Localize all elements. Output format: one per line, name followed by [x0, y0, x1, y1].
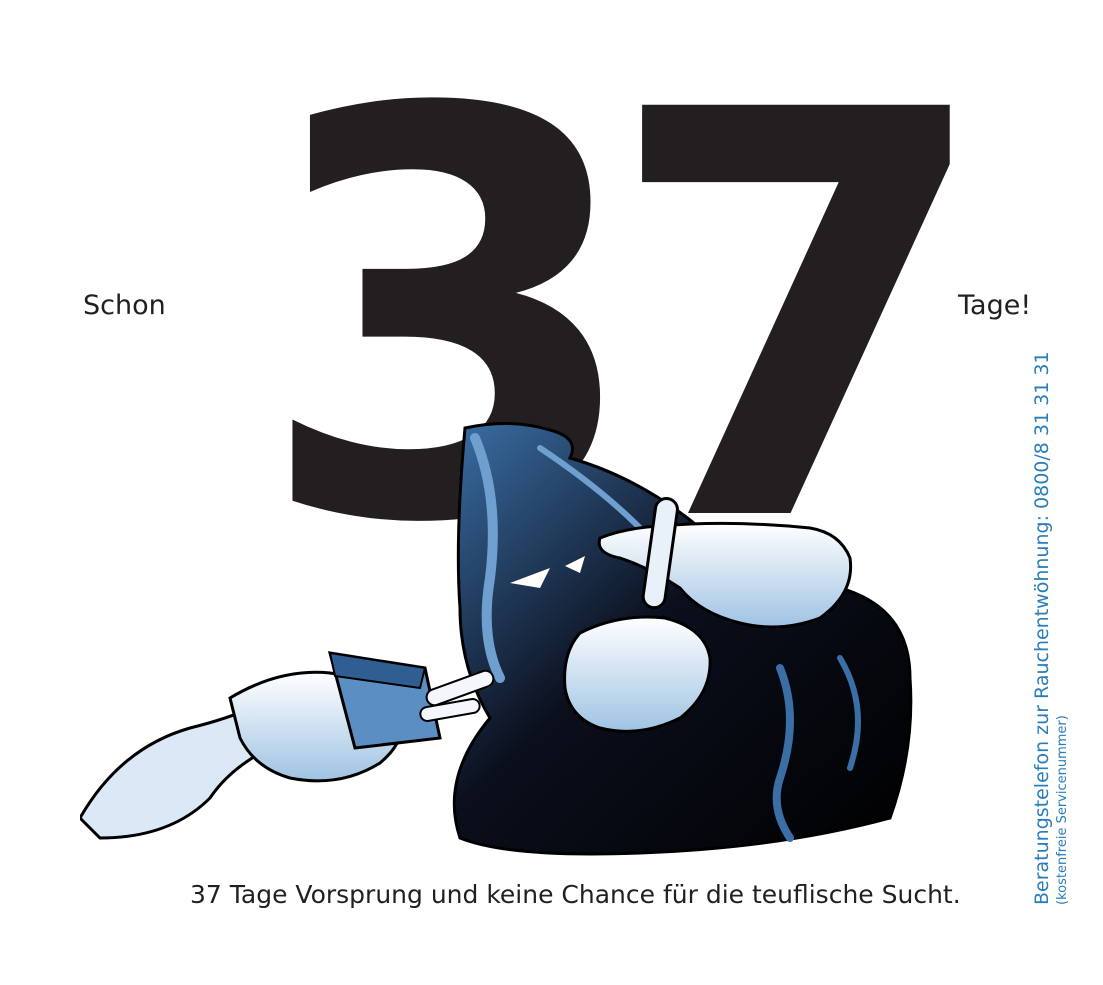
- hotline-label: Beratungstelefon zur Rauchentwöhnung: 08…: [1031, 351, 1053, 905]
- hotline-vertical-text: Beratungstelefon zur Rauchentwöhnung: 08…: [1030, 351, 1072, 905]
- poster: { "headline": { "prefix": "Schon", "numb…: [0, 0, 1103, 985]
- headline-prefix: Schon: [83, 290, 166, 321]
- caption-text: 37 Tage Vorsprung und keine Chance für d…: [190, 880, 961, 909]
- headline-suffix: Tage!: [958, 290, 1032, 321]
- hotline-note: (kostenfreie Servicenummer): [1055, 715, 1070, 905]
- hooded-devil-refusing-cigarette-icon: [80, 422, 913, 856]
